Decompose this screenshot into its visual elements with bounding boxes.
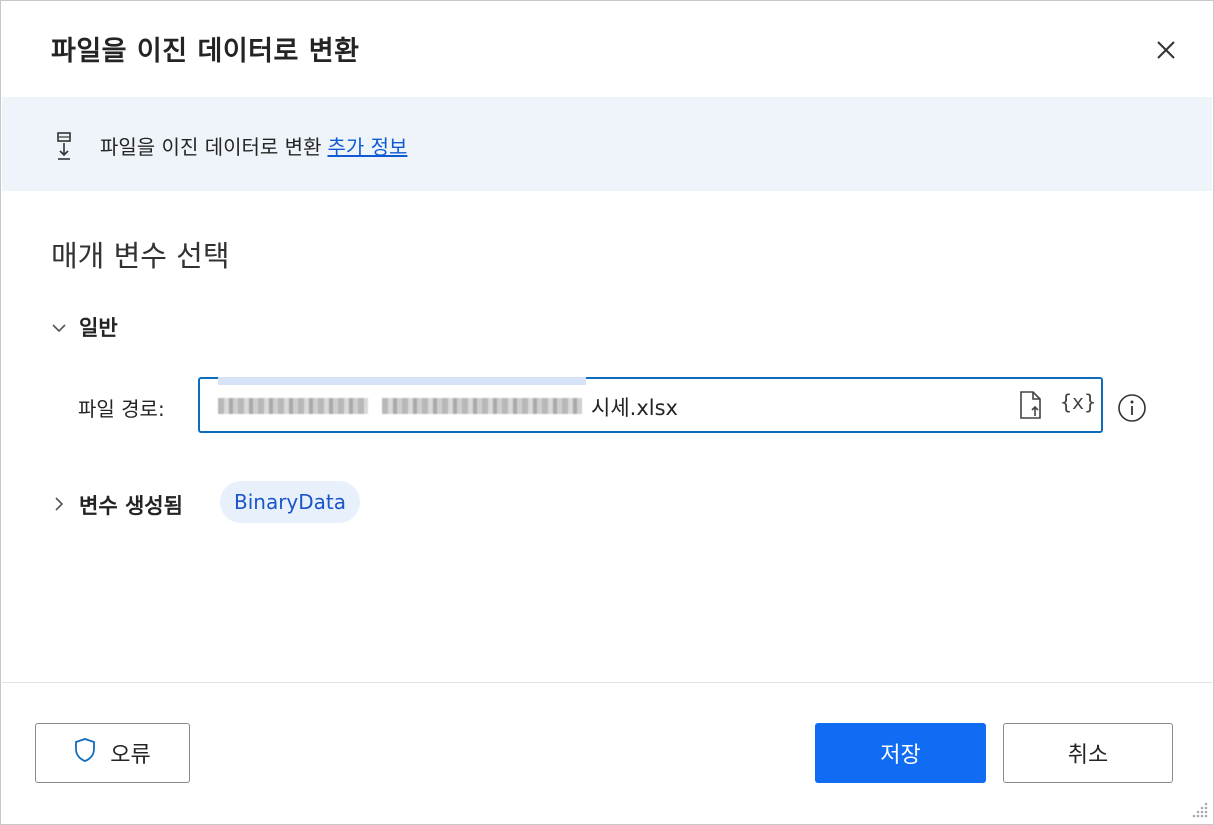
shield-icon bbox=[74, 737, 96, 769]
file-path-label: 파일 경로: bbox=[78, 397, 165, 421]
chevron-right-icon bbox=[51, 493, 67, 517]
variables-group-toggle[interactable]: 변수 생성됨 bbox=[51, 490, 183, 520]
general-group-toggle[interactable]: 일반 bbox=[51, 312, 118, 342]
convert-file-dialog: 파일을 이진 데이터로 변환 파일을 이진 데이터로 변환 추가 정보 매개 변수… bbox=[0, 0, 1214, 825]
file-path-value: 시세.xlsx bbox=[591, 396, 678, 420]
error-button-label: 오류 bbox=[110, 743, 151, 768]
info-icon[interactable] bbox=[1117, 393, 1147, 427]
banner-description: 파일을 이진 데이터로 변환 bbox=[100, 135, 322, 159]
section-title: 매개 변수 선택 bbox=[51, 239, 230, 273]
variable-chip[interactable]: BinaryData bbox=[220, 481, 361, 523]
redacted-path-segment bbox=[218, 398, 368, 414]
resize-grip-icon[interactable] bbox=[1191, 801, 1209, 823]
cancel-button[interactable]: 취소 bbox=[1003, 723, 1173, 783]
close-icon[interactable] bbox=[1151, 35, 1181, 65]
general-group-label: 일반 bbox=[79, 316, 118, 340]
error-button[interactable]: 오류 bbox=[35, 723, 190, 783]
convert-file-icon bbox=[55, 131, 75, 165]
variables-group-label: 변수 생성됨 bbox=[79, 494, 183, 518]
input-highlight bbox=[218, 377, 586, 385]
save-button[interactable]: 저장 bbox=[815, 723, 986, 783]
insert-variable-button[interactable]: {x} bbox=[1060, 390, 1096, 414]
file-picker-icon[interactable] bbox=[1018, 390, 1044, 424]
footer-divider bbox=[2, 682, 1212, 683]
more-info-link[interactable]: 추가 정보 bbox=[327, 135, 407, 159]
chevron-down-icon bbox=[51, 315, 67, 339]
dialog-title: 파일을 이진 데이터로 변환 bbox=[51, 36, 360, 67]
file-path-input[interactable]: 시세.xlsx {x} bbox=[198, 377, 1103, 433]
redacted-path-segment bbox=[382, 398, 582, 414]
banner-text: 파일을 이진 데이터로 변환 추가 정보 bbox=[100, 131, 407, 160]
